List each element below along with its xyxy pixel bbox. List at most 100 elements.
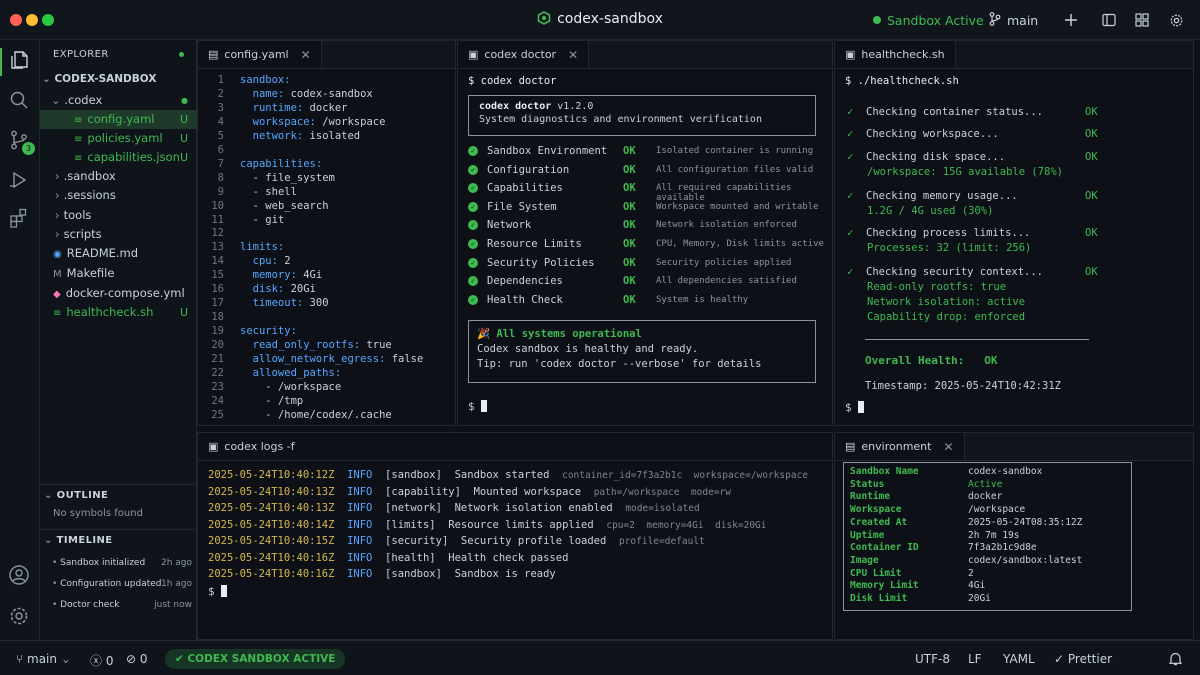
log-entry: 2025-05-24T10:40:14Z INFO [limits] Resou… [208, 518, 767, 531]
close-tab-icon[interactable]: ✕ [301, 41, 311, 69]
terminal-icon: ▣ [845, 47, 856, 61]
folder-item[interactable]: › tools [40, 206, 197, 225]
code-line: allowed_paths: [240, 366, 342, 379]
folder-item[interactable]: › .sandbox [40, 167, 197, 186]
settings-gear-icon[interactable] [1169, 0, 1184, 40]
status-errors[interactable]: ⓧ 0 [90, 652, 113, 669]
summary-line: Codex sandbox is healthy and ready. [477, 343, 699, 355]
sandbox-active-badge[interactable]: ✔ CODEX SANDBOX ACTIVE [165, 649, 346, 669]
check-circle-icon: ✓ [468, 257, 478, 268]
run-debug-icon[interactable] [8, 169, 32, 193]
timestamp: Timestamp: 2025-05-24T10:42:31Z [865, 380, 1061, 392]
file-item[interactable]: ≡ policies.yaml U [40, 129, 197, 148]
zoom-window-button[interactable] [42, 14, 54, 26]
terminal-prompt[interactable]: $ [208, 585, 228, 598]
status-formatter[interactable]: ✓ Prettier [1054, 652, 1112, 666]
terminal-tab-bar: ▣ codex logs -f [198, 433, 832, 461]
doctor-check-row: ✓ Sandbox Environment OK Isolated container… [468, 145, 828, 161]
file-item[interactable]: ◆ docker-compose.yml [40, 284, 197, 303]
status-encoding[interactable]: UTF-8 [915, 652, 950, 666]
config-editor-panel: ▤ config.yaml ✕ 1 sandbox: 2 name: codex-san… [197, 40, 456, 426]
file-item[interactable]: ≡ healthcheck.sh U [40, 303, 197, 322]
close-window-button[interactable] [10, 14, 22, 26]
summary-tip: Tip: run 'codex doctor --verbose' for de… [477, 358, 762, 370]
sandbox-status[interactable]: Sandbox Active [873, 0, 984, 40]
cursor [221, 585, 228, 597]
terminal-tab-bar: ▣ codex doctor ✕ [458, 41, 832, 69]
check-icon: ✓ [847, 190, 854, 202]
terminal-prompt[interactable]: $ [468, 400, 488, 413]
tab-codex-logs[interactable]: ▣ codex logs -f [198, 433, 305, 460]
tab-environment[interactable]: ▤ environment ✕ [835, 433, 965, 460]
log-entry: 2025-05-24T10:40:12Z INFO [sandbox] Sand… [208, 469, 809, 481]
error-circle-icon: ⓧ [90, 654, 106, 668]
code-line: - file_system [240, 171, 335, 184]
environment-panel: ▤ environment ✕ Sandbox Name codex-sandbox S… [834, 432, 1194, 640]
code-line: - /tmp [240, 394, 304, 407]
timeline-item[interactable]: • Doctor check just now [52, 600, 192, 610]
timeline-item[interactable]: • Sandbox initialized 2h ago [52, 558, 192, 568]
timeline-item[interactable]: • Configuration updated 1h ago [52, 579, 192, 589]
toggle-panel-icon[interactable] [1102, 0, 1116, 40]
close-tab-icon[interactable]: ✕ [943, 433, 953, 461]
extensions-icon[interactable] [8, 207, 32, 231]
file-item[interactable]: ◉ README.md [40, 244, 197, 263]
minimize-window-button[interactable] [26, 14, 38, 26]
scm-count-badge: 3 [22, 142, 35, 155]
search-icon[interactable] [8, 89, 32, 113]
file-item[interactable]: ≡ config.yaml U [40, 110, 197, 129]
file-item[interactable]: M Makefile [40, 264, 197, 283]
summary-box: 🎉 All systems operational Codex sandbox … [468, 320, 816, 383]
line-number: 6 [217, 143, 224, 156]
bullet-icon: • [52, 558, 61, 568]
status-eol[interactable]: LF [968, 652, 982, 666]
check-circle-icon: ✓ [468, 201, 478, 212]
close-tab-icon[interactable]: ✕ [568, 41, 578, 69]
editor-tab-bar: ▤ config.yaml ✕ [198, 41, 455, 69]
folder-item[interactable]: › .sessions [40, 186, 197, 205]
line-number: 8 [217, 171, 224, 184]
add-icon[interactable] [1064, 0, 1078, 40]
manage-gear-icon[interactable] [8, 605, 32, 629]
check-circle-icon: ✔ [175, 653, 188, 665]
branch-switcher[interactable]: main [989, 0, 1038, 40]
doctor-check-row: ✓ Dependencies OK All dependencies satisfie… [468, 275, 828, 291]
line-number: 22 [211, 366, 224, 379]
health-detail: Processes: 32 (limit: 256) [867, 242, 1032, 254]
explorer-root-folder[interactable]: ⌄ CODEX-SANDBOX [40, 70, 197, 89]
folder-item[interactable]: › scripts [40, 225, 197, 244]
tab-config-yaml[interactable]: ▤ config.yaml ✕ [198, 41, 322, 68]
account-icon[interactable] [8, 564, 32, 588]
outline-header[interactable]: ⌄ OUTLINE [40, 485, 108, 507]
line-number: 11 [211, 213, 224, 226]
doctor-version: v1.2.0 [557, 101, 594, 112]
tab-healthcheck-sh[interactable]: ▣ healthcheck.sh [835, 41, 956, 68]
explorer-files-icon[interactable] [8, 49, 32, 73]
status-branch[interactable]: ⑂ main ⌄ [16, 652, 71, 666]
notifications-bell-icon[interactable] [1168, 652, 1183, 669]
source-control-icon[interactable]: 3 [8, 129, 35, 155]
layout-grid-icon[interactable] [1135, 0, 1149, 40]
code-line: - shell [240, 185, 297, 198]
line-number: 3 [217, 101, 224, 114]
log-entry: 2025-05-24T10:40:13Z INFO [capability] M… [208, 485, 731, 498]
status-bar: ⑂ main ⌄ ⓧ 0 ⊘ 0 ✔ CODEX SANDBOX ACTIVE … [0, 640, 1200, 675]
tab-codex-doctor[interactable]: ▣ codex doctor ✕ [458, 41, 590, 69]
status-warnings[interactable]: ⊘ 0 [126, 652, 148, 666]
health-detail: /workspace: 15G available (78%) [867, 166, 1063, 178]
file-item[interactable]: ≡ capabilities.json U [40, 148, 197, 167]
timeline-header[interactable]: ⌄ TIMELINE [40, 530, 113, 552]
line-number: 19 [211, 325, 224, 338]
status-language[interactable]: YAML [1003, 652, 1035, 666]
chevron-right-icon: › [55, 226, 60, 241]
git-branch-icon: ⑂ [16, 652, 28, 666]
folder-codex[interactable]: ⌄ .codex ● [40, 91, 197, 110]
modified-dot-icon: ● [181, 96, 188, 105]
chevron-right-icon: › [55, 188, 60, 203]
status-dot-icon [873, 16, 881, 24]
terminal-prompt[interactable]: $ [845, 401, 865, 414]
log-entry: 2025-05-24T10:40:15Z INFO [security] Sec… [208, 535, 705, 547]
list-icon: ▤ [845, 439, 856, 453]
code-line: disk: 20Gi [240, 283, 316, 296]
health-detail: Read-only rootfs: true [867, 281, 1007, 293]
